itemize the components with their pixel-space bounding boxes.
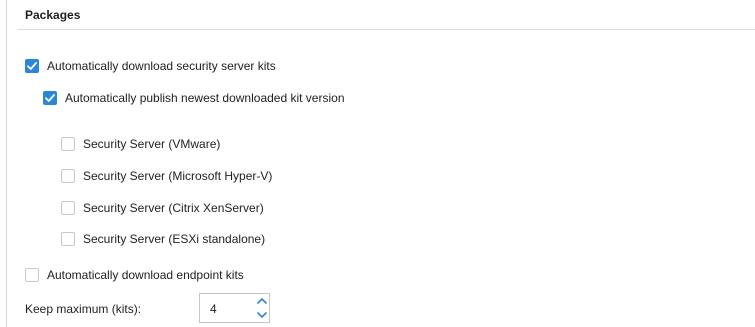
keep-maximum-spinner[interactable] [255,294,269,322]
auto-publish-newest-label: Automatically publish newest downloaded … [65,91,345,105]
security-server-hyperv-checkbox[interactable] [61,169,75,183]
security-server-xenserver-checkbox[interactable] [61,201,75,215]
auto-publish-newest-row[interactable]: Automatically publish newest downloaded … [43,89,345,107]
packages-panel: Packages Automatically download security… [0,0,755,327]
security-server-hyperv-label: Security Server (Microsoft Hyper-V) [83,169,273,183]
panel-left-border [6,0,7,327]
section-title: Packages [25,8,81,22]
auto-publish-newest-checkbox[interactable] [43,91,57,105]
auto-download-security-server-label: Automatically download security server k… [47,59,276,73]
security-server-xenserver-label: Security Server (Citrix XenServer) [83,201,264,215]
keep-maximum-label: Keep maximum (kits): [25,302,142,316]
security-server-xenserver-row[interactable]: Security Server (Citrix XenServer) [61,199,264,217]
section-divider [18,29,755,30]
checkmark-icon [45,94,55,102]
auto-download-endpoint-label: Automatically download endpoint kits [47,268,244,282]
keep-maximum-value[interactable]: 4 [210,302,217,316]
auto-download-endpoint-row[interactable]: Automatically download endpoint kits [25,266,244,284]
auto-download-security-server-row[interactable]: Automatically download security server k… [25,57,276,75]
keep-maximum-input[interactable]: 4 [199,293,270,323]
auto-download-endpoint-checkbox[interactable] [25,268,39,282]
security-server-vmware-checkbox[interactable] [61,137,75,151]
auto-download-security-server-checkbox[interactable] [25,59,39,73]
chevron-up-icon [257,298,267,304]
security-server-esxi-label: Security Server (ESXi standalone) [83,232,266,246]
security-server-esxi-checkbox[interactable] [61,232,75,246]
spinner-down-button[interactable] [255,308,269,322]
security-server-vmware-label: Security Server (VMware) [83,137,221,151]
chevron-down-icon [257,312,267,318]
security-server-esxi-row[interactable]: Security Server (ESXi standalone) [61,230,265,248]
spinner-up-button[interactable] [255,294,269,308]
security-server-hyperv-row[interactable]: Security Server (Microsoft Hyper-V) [61,167,272,185]
security-server-vmware-row[interactable]: Security Server (VMware) [61,135,220,153]
checkmark-icon [27,62,37,70]
